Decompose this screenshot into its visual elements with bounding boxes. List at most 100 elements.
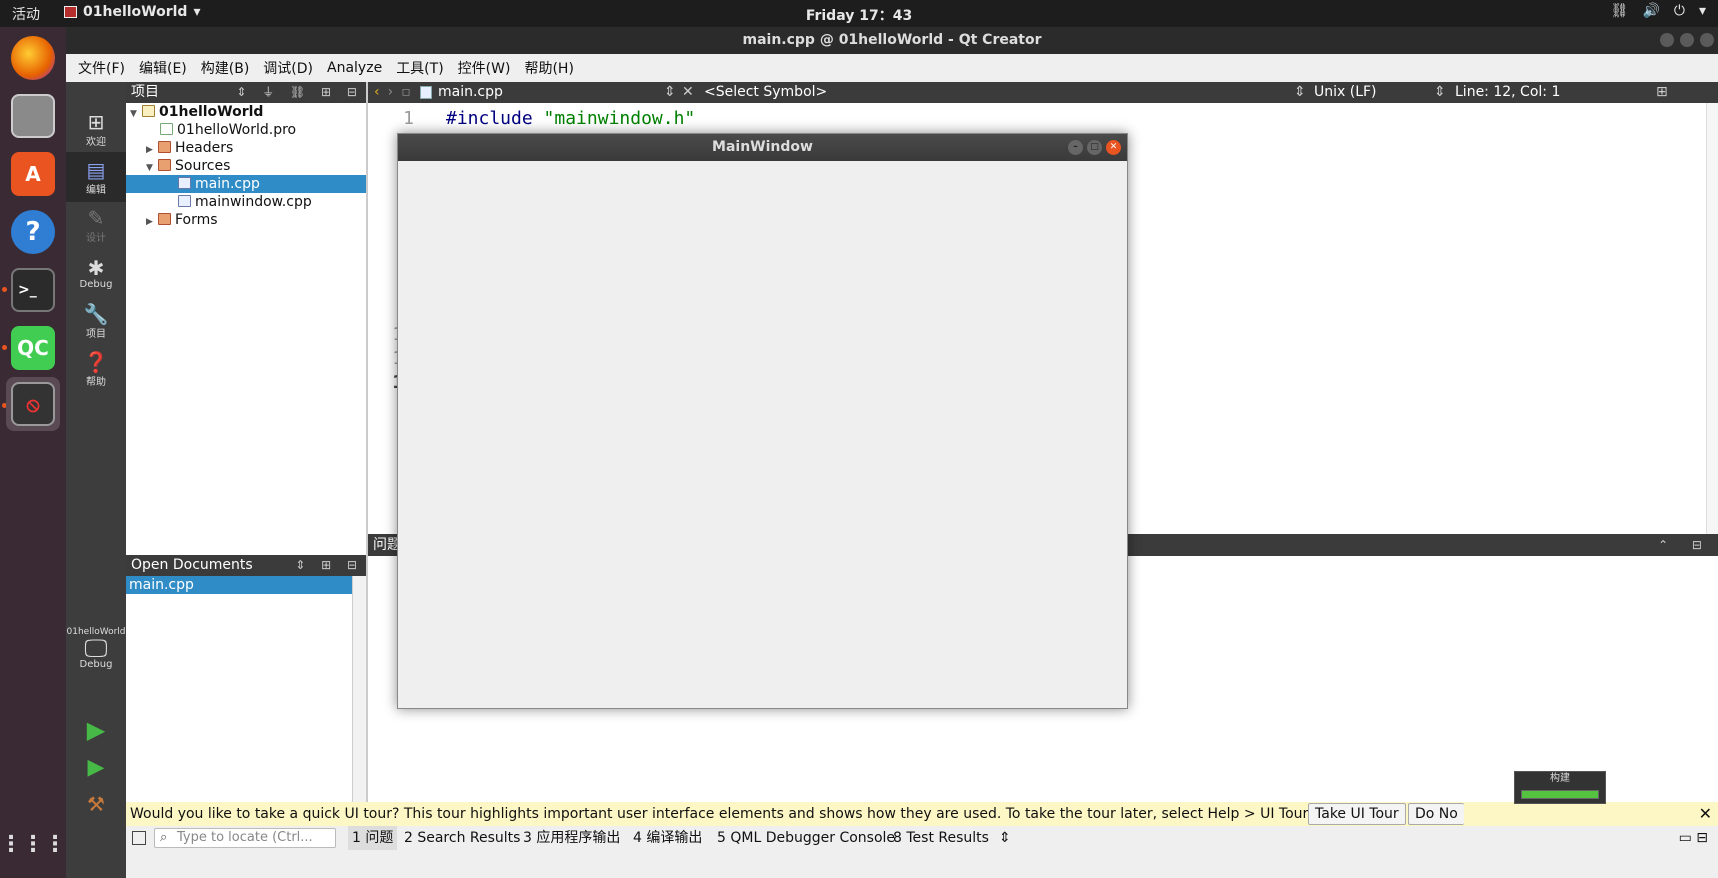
mode-help[interactable]: ❓ 帮助	[66, 344, 126, 394]
cpp-file-icon	[178, 177, 191, 189]
tree-item-label: 01helloWorld	[159, 104, 264, 120]
take-ui-tour-button[interactable]: Take UI Tour	[1308, 803, 1406, 825]
locator-input[interactable]: ⌕ Type to locate (Ctrl...	[154, 828, 336, 848]
cursor-position[interactable]: Line: 12, Col: 1	[1455, 82, 1560, 103]
open-documents-list: main.cpp	[126, 576, 366, 802]
build-progress[interactable]: 构建	[1514, 771, 1606, 804]
dock-running-app[interactable]: ⦸	[6, 377, 60, 431]
document-selector[interactable]: main.cpp	[438, 82, 503, 103]
updown-icon[interactable]: ⇕	[1294, 82, 1306, 103]
dock-help[interactable]: ?	[6, 205, 60, 259]
updown-icon[interactable]: ⇕	[1434, 82, 1446, 103]
menu-file[interactable]: 文件(F)	[78, 58, 125, 78]
close-document-icon[interactable]: ✕	[682, 82, 694, 103]
minimize-button[interactable]	[1660, 33, 1674, 47]
tree-item-forms[interactable]: ▶ Forms	[126, 211, 366, 229]
show-apps-button[interactable]: ⋮⋮⋮	[0, 817, 66, 871]
split-icon[interactable]: ⊞	[1656, 82, 1668, 103]
mode-debug[interactable]: ✱ Debug	[66, 248, 126, 298]
sidebar-toggle-icon[interactable]	[132, 831, 146, 845]
tab-app-output[interactable]: 3 应用程序输出	[523, 826, 620, 850]
chevron-right-icon[interactable]: ▶	[146, 213, 156, 231]
tree-item-sources[interactable]: ▼ Sources	[126, 157, 366, 175]
menu-debug[interactable]: 调试(D)	[263, 58, 313, 78]
tree-item-project[interactable]: ▼ 01helloWorld	[126, 103, 366, 121]
network-icon[interactable]: ⛓	[1611, 3, 1629, 19]
dock-files[interactable]	[6, 89, 60, 143]
line-ending-selector[interactable]: Unix (LF)	[1314, 82, 1377, 103]
lock-icon: ▫	[401, 84, 419, 100]
menu-edit[interactable]: 编辑(E)	[139, 58, 187, 78]
open-document-item[interactable]: main.cpp	[126, 576, 352, 594]
tree-item-main-cpp[interactable]: main.cpp	[126, 175, 366, 193]
tab-qml-debugger[interactable]: 5 QML Debugger Console	[717, 826, 895, 850]
menu-tools[interactable]: 工具(T)	[396, 58, 443, 78]
tree-item-mainwindow-cpp[interactable]: mainwindow.cpp	[126, 193, 366, 211]
run-button[interactable]: ▶	[66, 710, 126, 750]
mainwindow-client-area[interactable]	[398, 161, 1127, 708]
do-not-show-button[interactable]: Do No	[1408, 803, 1464, 825]
menu-window[interactable]: 控件(W)	[458, 58, 511, 78]
chevron-down-icon[interactable]: ▾	[1699, 3, 1706, 19]
tab-search-results[interactable]: 2 Search Results	[404, 826, 520, 850]
nav-arrows[interactable]: ‹›▫	[374, 82, 419, 103]
dock-firefox[interactable]	[6, 31, 60, 85]
maximize-button[interactable]: □	[1087, 140, 1102, 155]
menu-bar: 文件(F) 编辑(E) 构建(B) 调试(D) Analyze 工具(T) 控件…	[66, 54, 1718, 82]
dock-software[interactable]: A	[6, 147, 60, 201]
back-icon[interactable]: ‹	[374, 84, 388, 100]
mode-design[interactable]: ✎ 设计	[66, 200, 126, 250]
open-documents-title[interactable]: Open Documents	[131, 557, 253, 573]
mode-welcome[interactable]: ⊞ 欢迎	[66, 104, 126, 154]
menu-build[interactable]: 构建(B)	[201, 58, 250, 78]
volume-icon[interactable]: 🔊	[1642, 3, 1659, 19]
help-icon: ?	[11, 210, 55, 254]
close-button[interactable]: ✕	[1106, 140, 1121, 155]
mainwindow-app: MainWindow – □ ✕	[397, 133, 1128, 709]
tree-item-pro[interactable]: 01helloWorld.pro	[126, 121, 366, 139]
scrollbar[interactable]	[352, 576, 366, 802]
tab-test-results[interactable]: 8 Test Results	[893, 826, 989, 850]
mode-projects[interactable]: 🔧 项目	[66, 296, 126, 346]
clock[interactable]: Friday 17：43	[0, 5, 1718, 25]
tab-issues[interactable]: 1 问题	[348, 826, 398, 850]
folder-icon	[158, 159, 171, 171]
maximize-button[interactable]	[1680, 33, 1694, 47]
dock: A ? >_ QC ⦸ ⋮⋮⋮	[0, 27, 66, 878]
mode-edit[interactable]: ▤ 编辑	[66, 152, 126, 202]
software-icon: A	[11, 152, 55, 196]
power-icon[interactable]: ⏻	[1674, 3, 1685, 19]
updown-icon[interactable]: ⇕	[664, 82, 676, 103]
symbol-selector[interactable]: <Select Symbol>	[704, 82, 827, 103]
kit-selector[interactable]: 01helloWorld 🖵 Debug	[66, 612, 126, 684]
system-tray[interactable]: ⛓ 🔊 ⏻ ▾	[1611, 3, 1706, 19]
window-titlebar[interactable]: main.cpp @ 01helloWorld - Qt Creator	[66, 27, 1718, 54]
open-documents-tools[interactable]: ⇕ ⊞ ⊟	[295, 555, 363, 576]
progress-toggle-icon[interactable]: ▭ ⊟	[1679, 826, 1708, 850]
cpp-file-icon	[420, 86, 432, 99]
monitor-icon: 🖵	[84, 633, 108, 662]
tree-item-headers[interactable]: ▶ Headers	[126, 139, 366, 157]
build-button[interactable]: ⚒	[66, 784, 126, 824]
mainwindow-title: MainWindow	[712, 139, 813, 155]
line-number: 1	[403, 108, 414, 129]
dock-qtcreator[interactable]: QC	[6, 321, 60, 375]
mainwindow-titlebar[interactable]: MainWindow – □ ✕	[398, 134, 1127, 161]
scrollbar[interactable]	[1706, 103, 1718, 534]
minimize-button[interactable]: –	[1068, 140, 1083, 155]
debug-run-button[interactable]: ▶	[66, 748, 126, 788]
forward-icon[interactable]: ›	[388, 84, 402, 100]
projects-title[interactable]: 项目	[131, 84, 159, 100]
dock-terminal[interactable]: >_	[6, 263, 60, 317]
issues-header-tools[interactable]: ⌃ ⊟	[1658, 534, 1712, 556]
code-line-1[interactable]: #include "mainwindow.h"	[446, 107, 695, 131]
updown-icon[interactable]: ⇕	[999, 826, 1011, 850]
menu-help[interactable]: 帮助(H)	[524, 58, 573, 78]
menu-analyze[interactable]: Analyze	[327, 60, 382, 76]
tree-item-label: Forms	[175, 212, 218, 228]
projects-header-tools[interactable]: ⇕ ⏚ ⛓ ⊞ ⊟	[236, 82, 363, 103]
tab-compile-output[interactable]: 4 编译输出	[633, 826, 702, 850]
folder-icon	[158, 213, 171, 225]
close-icon[interactable]: ✕	[1699, 802, 1712, 826]
close-button[interactable]	[1700, 33, 1714, 47]
